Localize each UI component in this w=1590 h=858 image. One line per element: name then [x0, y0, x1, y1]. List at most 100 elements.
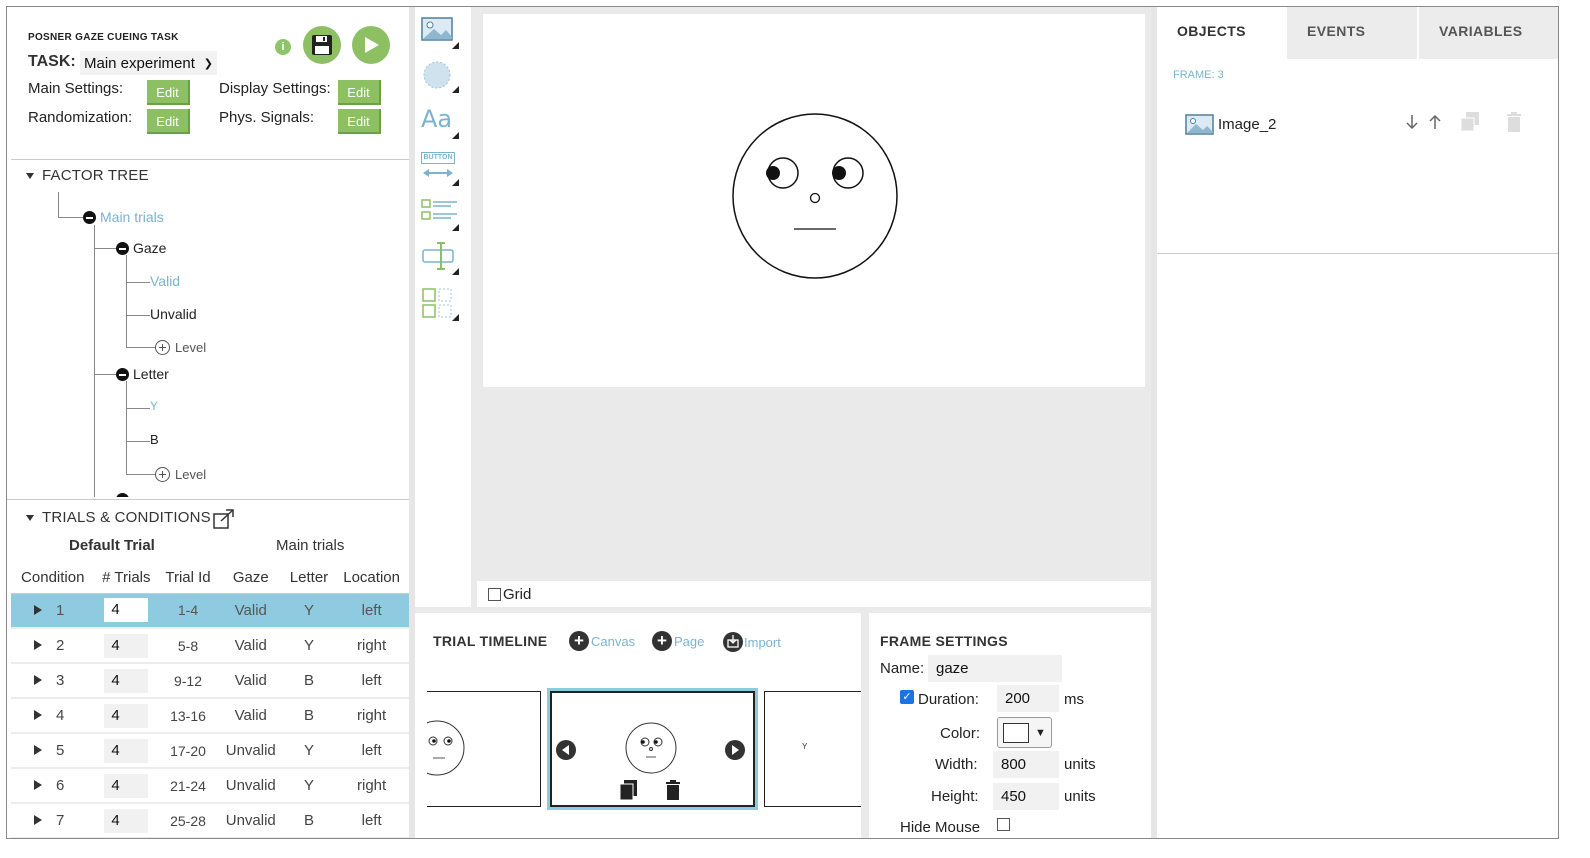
table-header-row: Condition # Trials Trial Id Gaze Letter … [11, 562, 409, 594]
trials-count-input[interactable]: 4 [104, 633, 149, 658]
tab-objects[interactable]: OBJECTS [1157, 7, 1287, 59]
condition-number: 2 [56, 637, 65, 654]
collapse-icon[interactable] [116, 241, 129, 255]
tab-events[interactable]: EVENTS [1287, 7, 1419, 59]
height-input[interactable]: 450 [993, 783, 1059, 810]
caret-down-icon [26, 173, 34, 180]
table-row[interactable]: 7 4 25-28 Unvalid Bleft [11, 803, 409, 838]
grid-checkbox[interactable] [488, 587, 501, 601]
stimulus-canvas[interactable] [483, 14, 1145, 387]
timeline-frame-previous[interactable] [427, 691, 541, 807]
main-settings-edit-button[interactable]: Edit [147, 80, 190, 105]
move-up-icon[interactable] [1428, 113, 1442, 131]
grid-layout-icon [422, 288, 452, 318]
add-level-button[interactable]: Level [155, 340, 206, 355]
text-tool[interactable]: Aa [421, 105, 461, 141]
width-input[interactable]: 800 [993, 751, 1059, 778]
randomization-edit-button[interactable]: Edit [147, 109, 190, 134]
trials-count-cell: 4 [94, 733, 159, 769]
delete-object-icon[interactable] [1506, 111, 1522, 133]
expand-row-icon[interactable] [34, 675, 42, 685]
letter-cell: Y [283, 628, 335, 664]
expand-row-icon[interactable] [34, 640, 42, 650]
expand-row-icon[interactable] [34, 604, 42, 615]
input-tool[interactable] [421, 241, 461, 277]
save-button[interactable] [303, 26, 341, 64]
hide-mouse-checkbox[interactable] [997, 818, 1010, 831]
grid-label: Grid [503, 585, 532, 603]
letter-cell: Y [283, 593, 335, 629]
tree-level-valid[interactable]: Valid [150, 273, 180, 289]
image-tool[interactable] [421, 15, 461, 51]
main-settings-label: Main Settings: [28, 80, 124, 97]
trials-count-input[interactable]: 4 [104, 808, 149, 833]
color-swatch [1003, 722, 1029, 743]
table-row[interactable]: 1 4 1-4 Valid Yleft [11, 593, 409, 629]
info-icon[interactable]: i [275, 39, 291, 55]
grid-toggle[interactable]: Grid [477, 581, 1151, 607]
tree-node-gaze[interactable]: Gaze [116, 240, 166, 256]
trials-count-input[interactable]: 4 [104, 773, 149, 798]
table-row[interactable]: 5 4 17-20 Unvalid Yleft [11, 733, 409, 769]
face-image[interactable] [483, 14, 1145, 387]
duration-input[interactable]: 200 [997, 685, 1059, 712]
tree-node-letter[interactable]: Letter [116, 366, 169, 382]
add-level-button[interactable]: Level [155, 467, 206, 482]
button-tool[interactable]: BUTTON [421, 152, 461, 188]
canvas-area [477, 7, 1151, 607]
add-page-button[interactable]: + Page [652, 631, 704, 651]
run-button[interactable] [352, 26, 390, 64]
frame-name-input[interactable]: gaze [928, 655, 1062, 682]
move-right-icon[interactable] [724, 739, 746, 761]
collapse-icon[interactable] [83, 210, 96, 224]
duration-unit: ms [1064, 691, 1084, 708]
duration-checkbox[interactable]: ✓ [900, 690, 914, 704]
factor-tree-toggle[interactable]: FACTOR TREE [26, 167, 149, 184]
open-external-icon[interactable] [213, 509, 235, 529]
face-thumbnail [625, 722, 677, 774]
table-row[interactable]: 3 4 9-12 Valid Bleft [11, 663, 409, 699]
add-canvas-button[interactable]: + Canvas [569, 631, 635, 651]
object-name: Image_2 [1218, 115, 1277, 133]
move-down-icon[interactable] [1405, 113, 1419, 131]
expand-row-icon[interactable] [34, 710, 42, 720]
object-item-image[interactable]: Image_2 [1185, 112, 1276, 136]
color-picker[interactable]: ▼ [997, 717, 1052, 748]
table-row[interactable]: 6 4 21-24 Unvalid Yright [11, 768, 409, 804]
expand-row-icon[interactable] [34, 815, 42, 825]
copy-icon[interactable] [619, 779, 639, 801]
trials-count-input[interactable]: 4 [104, 668, 149, 693]
shape-tool[interactable] [421, 59, 461, 95]
trash-icon[interactable] [665, 779, 681, 801]
trials-count-input[interactable]: 4 [104, 738, 149, 763]
left-panel: POSNER GAZE CUEING TASK TASK: Main exper… [7, 7, 409, 838]
task-select[interactable]: Main experiment ❯ [80, 51, 217, 75]
timeline-frame-selected[interactable] [550, 691, 755, 807]
table-row[interactable]: 2 4 5-8 Valid Yright [11, 628, 409, 664]
import-button[interactable]: Import [722, 631, 781, 653]
phys-signals-edit-button[interactable]: Edit [338, 109, 381, 134]
plus-circle-icon: + [569, 631, 589, 651]
list-tool[interactable] [421, 197, 461, 233]
collapse-icon[interactable] [116, 367, 129, 381]
tree-level-b[interactable]: B [150, 432, 159, 447]
table-row[interactable]: 4 4 13-16 Valid Bright [11, 698, 409, 734]
tree-level-unvalid[interactable]: Unvalid [150, 306, 197, 322]
location-cell: left [334, 733, 409, 769]
move-left-icon[interactable] [555, 739, 577, 761]
display-settings-edit-button[interactable]: Edit [338, 80, 381, 105]
trials-count-input[interactable]: 4 [104, 598, 149, 623]
tree-level-y[interactable]: Y [150, 399, 158, 413]
timeline-frame-next[interactable]: Y [764, 691, 861, 807]
expand-row-icon[interactable] [34, 745, 42, 755]
trials-count-input[interactable]: 4 [104, 703, 149, 728]
duplicate-object-icon[interactable] [1459, 111, 1481, 133]
letter-cell: B [283, 663, 335, 699]
tree-node-main-trials[interactable]: Main trials [83, 209, 164, 225]
circle-shape-icon [423, 61, 451, 89]
expand-row-icon[interactable] [34, 780, 42, 790]
tab-variables[interactable]: VARIABLES [1419, 7, 1558, 59]
grid-layout-tool[interactable] [421, 287, 461, 323]
divider [1157, 253, 1558, 254]
trials-toggle[interactable]: TRIALS & CONDITIONS [26, 509, 211, 526]
